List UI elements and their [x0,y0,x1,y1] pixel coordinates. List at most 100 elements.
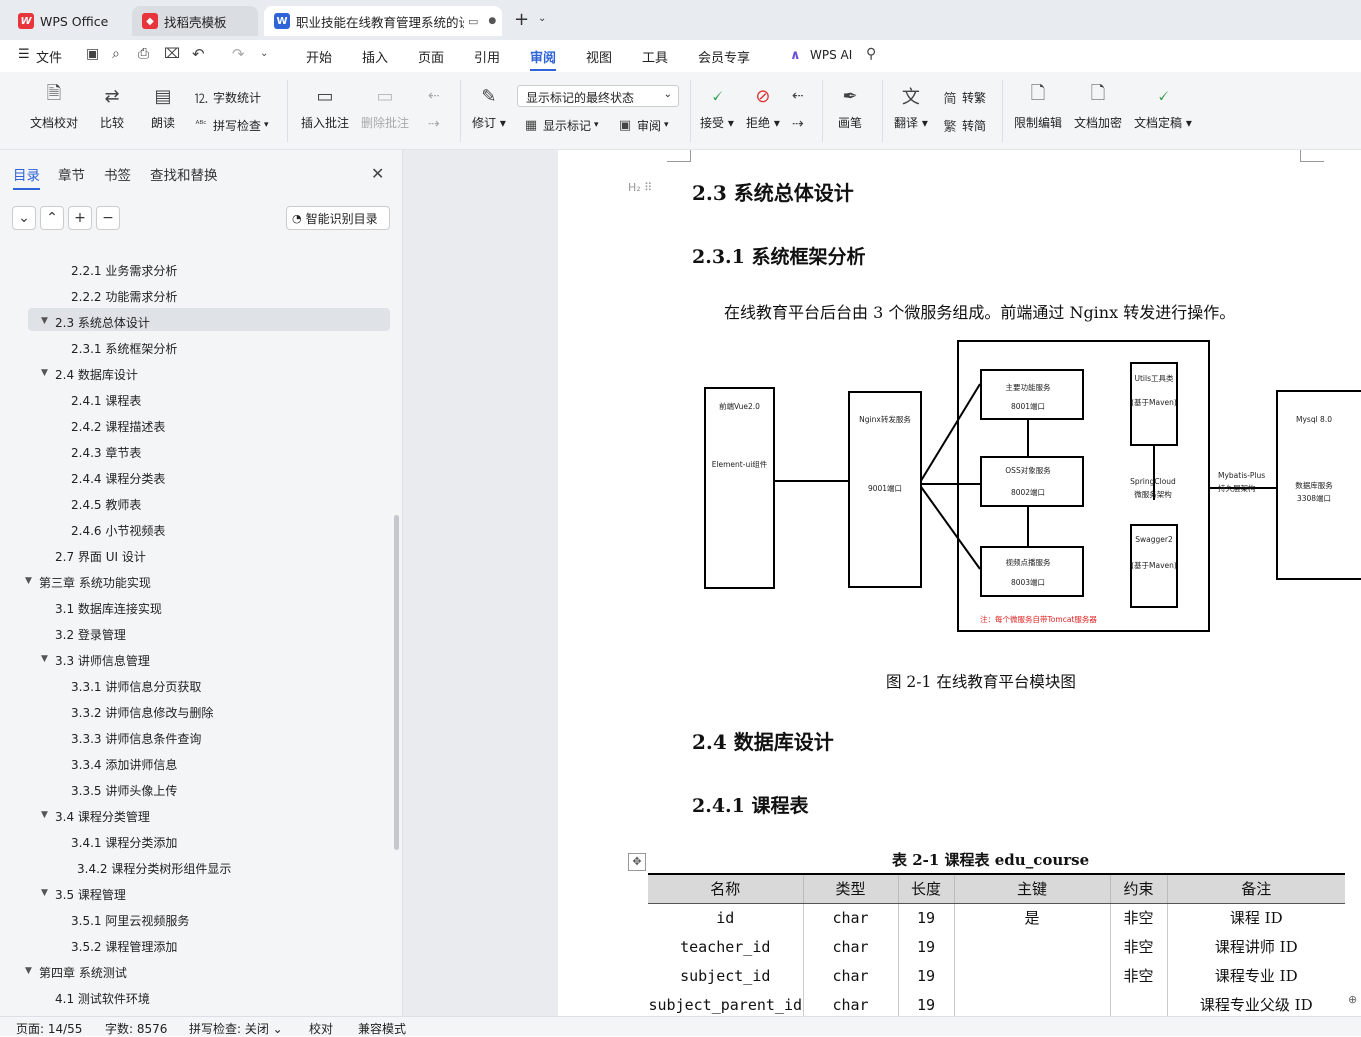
prev-comment-icon[interactable]: ⇠ [428,88,440,104]
toc-item[interactable]: 3.3.3 讲师信息条件查询 [71,730,201,747]
toc-item[interactable]: 3.4.1 课程分类添加 [71,834,177,851]
tab-list-chevron-icon[interactable]: ⌄ [538,13,546,24]
hamburger-icon[interactable]: ☰ [18,47,30,62]
expand-triangle-icon[interactable]: ▼ [25,966,32,976]
finalize-button[interactable]: 🗸 文档定稿 ▾ [1134,84,1192,131]
toc-item[interactable]: 3.3.4 添加讲师信息 [71,756,177,773]
toc-item[interactable]: 2.4.6 小节视频表 [71,522,165,539]
close-icon[interactable]: ✕ [371,164,384,183]
menu-view[interactable]: 视图 [586,47,612,66]
toc-item[interactable]: 3.3.5 讲师头像上传 [71,782,177,799]
tab-current-document[interactable]: W 职业技能在线教育管理系统的设 ▭ ● [264,6,502,36]
menu-start[interactable]: 开始 [306,47,332,66]
insert-comment-button[interactable]: ▭ 插入批注 [301,84,349,131]
toc-item[interactable]: 第四章 系统测试 [39,964,127,981]
menu-review[interactable]: 审阅 [530,47,557,71]
toc-item[interactable]: 2.4.3 章节表 [71,444,141,461]
delete-comment-button[interactable]: ▭ 删除批注 [361,84,409,131]
menu-reference[interactable]: 引用 [474,47,500,66]
next-comment-icon[interactable]: ⇢ [428,116,440,132]
show-markup-button[interactable]: ▦ 显示标记 ▾ [522,116,599,134]
toc-item[interactable]: 2.3 系统总体设计 [55,314,150,331]
toc-item[interactable]: 2.7 界面 UI 设计 [55,548,146,565]
undo-icon[interactable]: ↶ [192,45,205,63]
review-pane-button[interactable]: ▣ 审阅 ▾ [616,116,669,134]
toc-item[interactable]: 2.2.1 业务需求分析 [71,262,177,279]
tab-bookmarks[interactable]: 书签 [104,164,131,184]
compare-button[interactable]: ⇄ 比较 [100,84,124,131]
restrict-edit-button[interactable]: 🗋 限制编辑 [1014,83,1062,131]
cloud-icon[interactable]: ⌕ [112,46,120,62]
next-change-icon[interactable]: ⇢ [792,116,804,132]
toc-item[interactable]: 3.5.2 课程管理添加 [71,938,177,955]
accept-button[interactable]: 🗸 接受 ▾ [700,84,734,131]
toc-item[interactable]: 2.4 数据库设计 [55,366,138,383]
print-preview-icon[interactable]: ⌧ [164,46,180,62]
toc-item[interactable]: 3.5 课程管理 [55,886,126,903]
smart-toc-button[interactable]: ◔ 智能识别目录 [286,206,390,230]
heading-style-icon[interactable]: H₂ ⠿ [628,181,652,194]
menu-wps-ai[interactable]: WPS AI [810,48,852,62]
remove-heading-button[interactable]: − [96,206,120,230]
toc-item[interactable]: 3.4 课程分类管理 [55,808,150,825]
page-nav-icon[interactable]: ⊕ [1348,993,1357,1006]
toc-item[interactable]: 2.4.2 课程描述表 [71,418,165,435]
toc-item[interactable]: 3.3.1 讲师信息分页获取 [71,678,201,695]
menu-page[interactable]: 页面 [418,47,444,66]
doc-proof-button[interactable]: 🗎 文档校对 [30,83,78,131]
toc-item[interactable]: 2.4.1 课程表 [71,392,141,409]
toc-item[interactable]: 2.4.4 课程分类表 [71,470,165,487]
encrypt-button[interactable]: 🗋 文档加密 [1074,83,1122,131]
markup-state-select[interactable]: 显示标记的最终状态 ⌄ [517,85,679,107]
tab-wps-office[interactable]: W WPS Office [8,6,124,36]
read-aloud-button[interactable]: ▤ 朗读 [151,84,175,131]
tab-dot-icon[interactable]: ● [488,16,496,26]
toc-item[interactable]: 4.1 测试软件环境 [55,990,150,1007]
menu-file[interactable]: 文件 [36,47,62,66]
new-tab-plus-icon[interactable]: + [514,9,529,30]
to-traditional-button[interactable]: 简 转繁 [941,88,986,107]
menu-insert[interactable]: 插入 [362,47,388,66]
tab-daoke-templates[interactable]: ◆ 找稻壳模板 [132,6,258,36]
tab-chapters[interactable]: 章节 [58,164,85,184]
word-count-button[interactable]: ⒓ 字数统计 [192,88,261,107]
toc-item[interactable]: 2.3.1 系统框架分析 [71,340,177,357]
prev-change-icon[interactable]: ⇠ [792,88,804,104]
menu-tools[interactable]: 工具 [642,47,668,66]
to-simplified-button[interactable]: 繁 转简 [941,116,986,135]
word-count-indicator[interactable]: 字数: 8576 [105,1020,167,1037]
toc-item[interactable]: 3.2 登录管理 [55,626,126,643]
add-heading-button[interactable]: + [68,206,92,230]
toc-item[interactable]: 3.3.2 讲师信息修改与删除 [71,704,213,721]
page-indicator[interactable]: 页面: 14/55 [16,1020,82,1037]
expand-triangle-icon[interactable]: ▼ [25,576,32,586]
print-icon[interactable]: ⎙ [138,46,149,62]
expand-triangle-icon[interactable]: ▼ [41,316,48,326]
collapse-up-button[interactable]: ⌃ [40,206,64,230]
translate-button[interactable]: 文 翻译 ▾ [894,84,928,131]
reject-button[interactable]: ⊘ 拒绝 ▾ [746,84,780,131]
scrollbar-thumb[interactable] [394,515,399,850]
more-chevron-icon[interactable]: ⌄ [260,48,268,59]
save-icon[interactable]: ▣ [86,46,99,62]
toc-item[interactable]: 3.1 数据库连接实现 [55,600,162,617]
table-move-handle-icon[interactable]: ✥ [628,853,646,871]
search-icon[interactable]: ⚲ [866,46,876,62]
spell-check-indicator[interactable]: 拼写检查: 关闭 ⌄ [189,1020,283,1037]
tab-toc[interactable]: 目录 [13,164,40,190]
toc-item[interactable]: 第三章 系统功能实现 [39,574,151,591]
toc-item[interactable]: 3.4.2 课程分类树形组件显示 [77,860,231,877]
toc-item[interactable]: 3.5.1 阿里云视频服务 [71,912,189,929]
expand-triangle-icon[interactable]: ▼ [41,654,48,664]
proof-indicator[interactable]: 校对 [309,1020,333,1037]
expand-triangle-icon[interactable]: ▼ [41,888,48,898]
tab-find-replace[interactable]: 查找和替换 [150,164,218,184]
collapse-down-button[interactable]: ⌄ [12,206,36,230]
track-changes-button[interactable]: ✎ 修订 ▾ [472,84,506,131]
pen-button[interactable]: ✒ 画笔 [838,84,862,131]
toc-item[interactable]: 2.2.2 功能需求分析 [71,288,177,305]
redo-icon[interactable]: ↷ [232,45,245,63]
menu-member[interactable]: 会员专享 [698,47,750,66]
expand-triangle-icon[interactable]: ▼ [41,810,48,820]
monitor-icon[interactable]: ▭ [468,15,478,28]
